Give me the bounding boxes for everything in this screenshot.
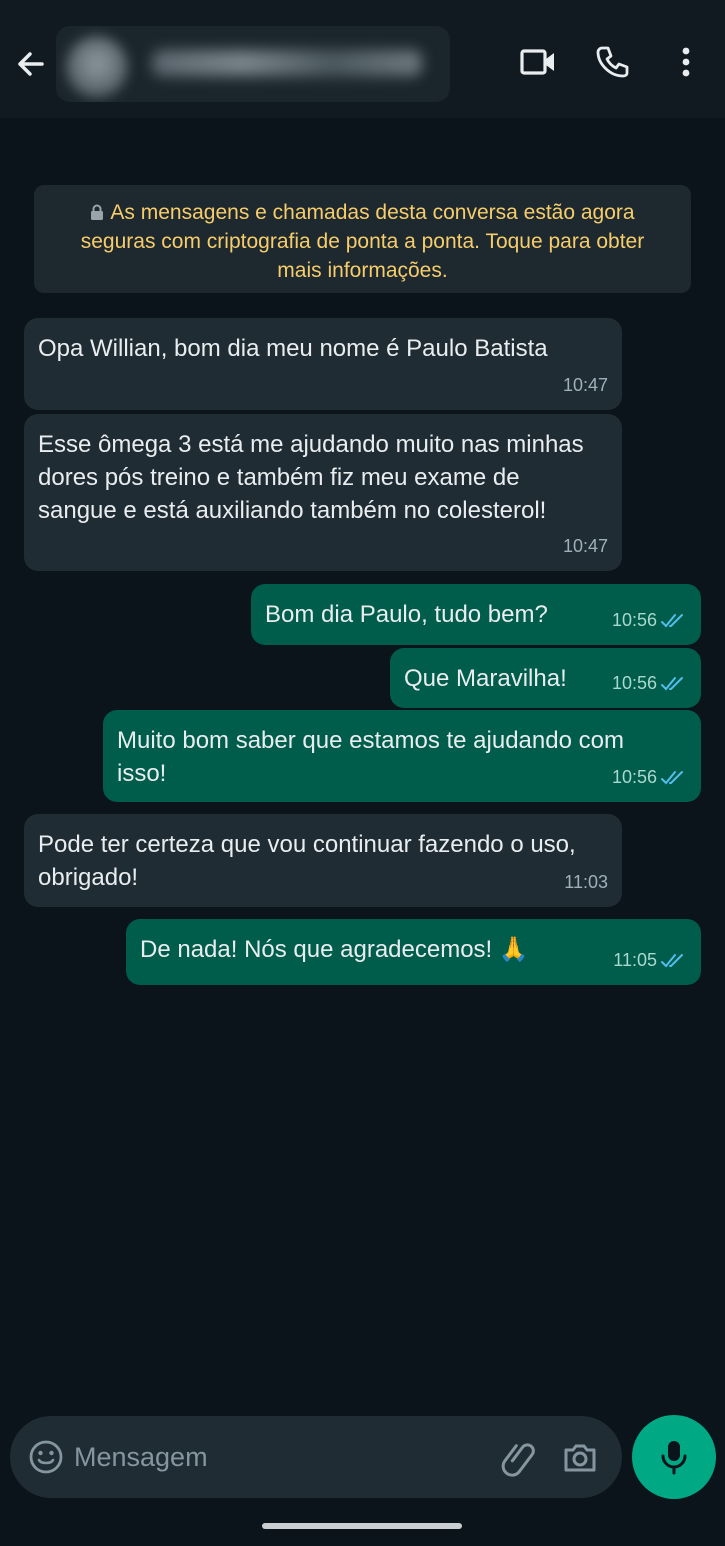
emoji-icon <box>29 1440 63 1474</box>
lock-icon <box>91 204 104 220</box>
message-time: 10:56 <box>612 761 687 794</box>
encryption-notice[interactable]: As mensagens e chamadas desta conversa e… <box>34 185 691 293</box>
contact-info-blurred[interactable] <box>56 26 450 102</box>
message-bubble-incoming[interactable]: Esse ômega 3 está me ajudando muito nas … <box>24 414 622 571</box>
message-time: 11:05 <box>613 944 687 977</box>
message-text: Esse ômega 3 está me ajudando muito nas … <box>38 431 584 524</box>
video-call-button[interactable] <box>518 42 558 82</box>
arrow-left-icon <box>18 52 44 76</box>
message-time: 10:56 <box>612 604 687 637</box>
video-camera-icon <box>520 49 554 75</box>
voice-call-button[interactable] <box>592 42 632 82</box>
message-bubble-outgoing[interactable]: Muito bom saber que estamos te ajudando … <box>103 710 701 802</box>
message-time: 10:47 <box>562 375 608 395</box>
double-check-icon <box>661 613 683 627</box>
message-bubble-outgoing[interactable]: Que Maravilha! 10:56 <box>390 648 701 708</box>
message-text: Muito bom saber que estamos te ajudando … <box>117 727 624 787</box>
camera-icon <box>564 1444 596 1472</box>
message-bubble-incoming[interactable]: Pode ter certeza que vou continuar fazen… <box>24 814 622 907</box>
camera-button[interactable] <box>560 1438 600 1478</box>
double-check-icon <box>661 770 683 784</box>
contact-name <box>152 50 422 76</box>
message-text: Opa Willian, bom dia meu nome é Paulo Ba… <box>38 335 548 362</box>
message-text: De nada! Nós que agradecemos! 🙏 <box>140 936 529 963</box>
chat-header <box>0 0 725 118</box>
message-bubble-incoming[interactable]: Opa Willian, bom dia meu nome é Paulo Ba… <box>24 318 622 410</box>
chat-area: As mensagens e chamadas desta conversa e… <box>0 118 725 1408</box>
message-bubble-outgoing[interactable]: Bom dia Paulo, tudo bem? 10:56 <box>251 584 701 645</box>
message-bubble-outgoing[interactable]: De nada! Nós que agradecemos! 🙏 11:05 <box>126 919 701 985</box>
message-time: 10:56 <box>612 667 687 700</box>
message-input[interactable] <box>74 1436 464 1478</box>
encryption-notice-text: As mensagens e chamadas desta conversa e… <box>80 201 645 282</box>
message-composer <box>10 1416 622 1498</box>
double-check-icon <box>661 953 683 967</box>
avatar <box>66 36 128 98</box>
double-check-icon <box>661 676 683 690</box>
message-text: Pode ter certeza que vou continuar fazen… <box>38 831 576 891</box>
voice-message-button[interactable] <box>632 1415 716 1499</box>
back-button[interactable] <box>12 46 48 82</box>
message-time: 11:03 <box>564 872 608 892</box>
home-indicator[interactable] <box>262 1523 462 1529</box>
attach-button[interactable] <box>498 1438 538 1478</box>
phone-icon <box>596 46 629 78</box>
message-time: 10:47 <box>562 536 608 556</box>
emoji-button[interactable] <box>28 1439 64 1475</box>
paperclip-icon <box>501 1443 535 1477</box>
more-vertical-icon <box>682 47 690 77</box>
more-options-button[interactable] <box>666 42 706 82</box>
microphone-icon <box>661 1441 687 1475</box>
